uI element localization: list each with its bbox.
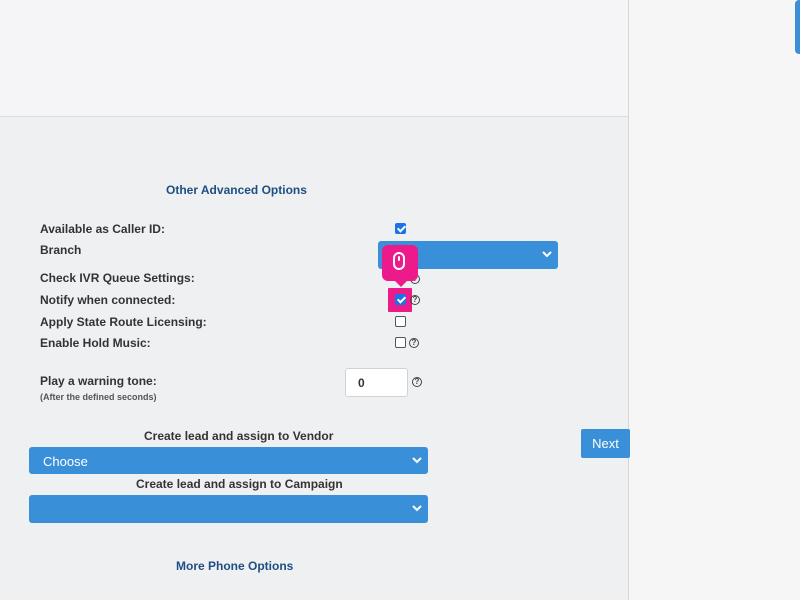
state-route-checkbox[interactable] bbox=[395, 316, 406, 327]
mouse-icon bbox=[393, 252, 405, 270]
campaign-select[interactable] bbox=[29, 495, 428, 523]
notify-connected-label: Notify when connected: bbox=[40, 293, 176, 307]
warning-tone-label: Play a warning tone: bbox=[40, 374, 157, 388]
question-circle-icon[interactable]: ? bbox=[410, 295, 420, 305]
warning-tone-sublabel: (After the defined seconds) bbox=[40, 392, 157, 402]
edge-tab[interactable] bbox=[795, 0, 800, 54]
branch-label: Branch bbox=[40, 243, 82, 257]
caller-id-label: Available as Caller ID: bbox=[40, 222, 165, 236]
vendor-select[interactable]: Choose bbox=[29, 447, 428, 474]
question-circle-icon[interactable]: ? bbox=[409, 338, 419, 348]
vendor-label: Create lead and assign to Vendor bbox=[144, 429, 334, 443]
notify-connected-checkbox[interactable] bbox=[395, 294, 406, 305]
state-route-label: Apply State Route Licensing: bbox=[40, 315, 207, 329]
question-circle-icon[interactable]: ? bbox=[412, 377, 422, 387]
ivr-queue-label: Check IVR Queue Settings: bbox=[40, 271, 195, 285]
top-panel bbox=[0, 0, 628, 117]
warning-tone-input[interactable]: 0 bbox=[345, 368, 408, 397]
chevron-down-icon bbox=[542, 251, 552, 258]
vendor-select-value: Choose bbox=[43, 454, 88, 469]
chevron-down-icon bbox=[412, 457, 422, 464]
right-panel bbox=[629, 0, 800, 600]
more-phone-options-link[interactable]: More Phone Options bbox=[176, 559, 293, 573]
next-button[interactable]: Next bbox=[581, 429, 630, 458]
chevron-down-icon bbox=[412, 505, 422, 512]
campaign-label: Create lead and assign to Campaign bbox=[136, 477, 343, 491]
other-advanced-options-title: Other Advanced Options bbox=[166, 183, 307, 197]
hold-music-checkbox[interactable] bbox=[395, 337, 406, 348]
caller-id-checkbox[interactable] bbox=[395, 223, 406, 234]
form-panel bbox=[0, 117, 628, 600]
hold-music-label: Enable Hold Music: bbox=[40, 336, 151, 350]
cursor-indicator bbox=[382, 245, 418, 287]
